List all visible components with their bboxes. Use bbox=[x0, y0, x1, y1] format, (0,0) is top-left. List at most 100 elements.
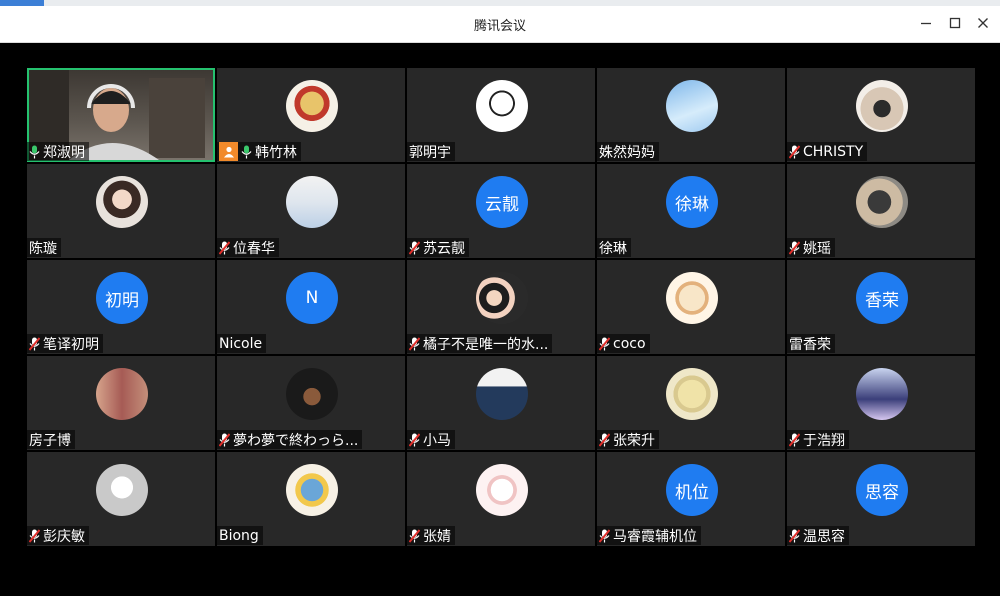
mic-muted-icon bbox=[219, 240, 230, 255]
participant-name: 于浩翔 bbox=[803, 432, 845, 449]
name-label: Biong bbox=[217, 526, 263, 545]
name-label: 徐琳 bbox=[597, 238, 631, 257]
mic-muted-icon bbox=[599, 432, 610, 447]
girl-photo-avatar bbox=[96, 176, 148, 228]
participant-name: 郑淑明 bbox=[43, 144, 85, 161]
participant-tile[interactable]: 机位马睿霞辅机位 bbox=[597, 452, 785, 546]
participant-name: 韩竹林 bbox=[255, 144, 297, 161]
mic-muted-icon bbox=[409, 432, 420, 447]
cartoon-face-avatar bbox=[286, 464, 338, 516]
basketball-player-avatar bbox=[856, 368, 908, 420]
participant-tile[interactable]: 韩竹林 bbox=[217, 68, 405, 162]
name-label: 陈璇 bbox=[27, 238, 61, 257]
avatar: N bbox=[286, 272, 338, 324]
participant-tile[interactable]: Biong bbox=[217, 452, 405, 546]
name-label: coco bbox=[597, 334, 650, 353]
name-label: 苏云靓 bbox=[407, 238, 469, 257]
participant-tile[interactable]: 张婧 bbox=[407, 452, 595, 546]
mic-muted-icon bbox=[599, 528, 610, 543]
participant-name: Nicole bbox=[219, 335, 263, 352]
person-photo-avatar bbox=[856, 80, 908, 132]
mic-muted-icon bbox=[789, 144, 800, 159]
participant-grid: 郑淑明 韩竹林 郭明宇 姝然妈妈 CHRISTY 陈璇 位春华 云靓 苏云靓 徐琳 徐琳 姚瑶 初明 笔译… bbox=[27, 68, 975, 546]
name-label: 郑淑明 bbox=[27, 142, 89, 161]
participant-name: 温思容 bbox=[803, 528, 845, 545]
participant-tile[interactable]: 思容 温思容 bbox=[787, 452, 975, 546]
participant-name: 雷香荣 bbox=[789, 336, 831, 353]
participant-name: 马睿霞辅机位 bbox=[613, 528, 697, 545]
name-label: 笔译初明 bbox=[27, 334, 103, 353]
name-label: 郭明宇 bbox=[407, 142, 455, 161]
participant-tile[interactable]: 郑淑明 bbox=[27, 68, 215, 162]
mic-muted-icon bbox=[409, 528, 420, 543]
participant-name: 张荣升 bbox=[613, 432, 655, 449]
participant-tile[interactable]: 徐琳 徐琳 bbox=[597, 164, 785, 258]
participant-name: 小马 bbox=[423, 432, 451, 449]
participant-tile[interactable]: 香荣雷香荣 bbox=[787, 260, 975, 354]
name-label: 姝然妈妈 bbox=[597, 142, 659, 161]
name-label: 马睿霞辅机位 bbox=[597, 526, 701, 545]
participant-tile[interactable]: 于浩翔 bbox=[787, 356, 975, 450]
participant-name: 姚瑶 bbox=[803, 240, 831, 257]
participant-name: 郭明宇 bbox=[409, 144, 451, 161]
mic-muted-icon bbox=[29, 528, 40, 543]
name-label: 张荣升 bbox=[597, 430, 659, 449]
participant-tile[interactable]: 姝然妈妈 bbox=[597, 68, 785, 162]
mic-on-icon bbox=[29, 145, 40, 158]
name-label: 小马 bbox=[407, 430, 455, 449]
mic-muted-icon bbox=[789, 528, 800, 543]
avatar: 初明 bbox=[96, 272, 148, 324]
mic-on-icon bbox=[241, 145, 252, 158]
minimize-button[interactable] bbox=[913, 11, 939, 35]
participant-name: 夢わ夢で終わっら... bbox=[233, 432, 359, 449]
name-label: Nicole bbox=[217, 334, 267, 353]
mic-muted-icon bbox=[219, 432, 230, 447]
participant-name: 陈璇 bbox=[29, 240, 57, 257]
participant-tile[interactable]: 张荣升 bbox=[597, 356, 785, 450]
name-label: 橘子不是唯一的水... bbox=[407, 334, 553, 353]
participant-name: Biong bbox=[219, 527, 259, 544]
maximize-button[interactable] bbox=[942, 11, 968, 35]
name-label: 姚瑶 bbox=[787, 238, 835, 257]
mic-muted-icon bbox=[599, 336, 610, 351]
meme-face-avatar bbox=[476, 80, 528, 132]
drawn-girl-avatar bbox=[476, 464, 528, 516]
participant-name: 彭庆敏 bbox=[43, 528, 85, 545]
avatar: 香荣 bbox=[856, 272, 908, 324]
participant-tile[interactable]: coco bbox=[597, 260, 785, 354]
avatar: 云靓 bbox=[476, 176, 528, 228]
cartoon-rabbit-avatar bbox=[666, 368, 718, 420]
name-label: CHRISTY bbox=[787, 142, 868, 161]
host-badge-icon bbox=[219, 142, 238, 161]
default-person-avatar bbox=[96, 464, 148, 516]
participant-tile[interactable]: N Nicole bbox=[217, 260, 405, 354]
participant-name: 姝然妈妈 bbox=[599, 144, 655, 161]
participant-tile[interactable]: 云靓 苏云靓 bbox=[407, 164, 595, 258]
name-label: 韩竹林 bbox=[217, 142, 301, 161]
participant-tile[interactable]: 郭明宇 bbox=[407, 68, 595, 162]
participant-tile[interactable]: 夢わ夢で終わっら... bbox=[217, 356, 405, 450]
participant-tile[interactable]: 彭庆敏 bbox=[27, 452, 215, 546]
two-men-photo-avatar bbox=[96, 368, 148, 420]
avatar: 徐琳 bbox=[666, 176, 718, 228]
cartoon-cat-avatar bbox=[666, 272, 718, 324]
participant-tile[interactable]: 陈璇 bbox=[27, 164, 215, 258]
participant-tile[interactable]: 小马 bbox=[407, 356, 595, 450]
participant-name: CHRISTY bbox=[803, 143, 864, 160]
participant-tile[interactable]: 初明笔译初明 bbox=[27, 260, 215, 354]
participant-name: 位春华 bbox=[233, 240, 275, 257]
mic-muted-icon bbox=[29, 336, 40, 351]
name-label: 位春华 bbox=[217, 238, 279, 257]
name-label: 于浩翔 bbox=[787, 430, 849, 449]
participant-tile[interactable]: CHRISTY bbox=[787, 68, 975, 162]
name-label: 雷香荣 bbox=[787, 334, 835, 353]
maximize-icon bbox=[949, 17, 961, 29]
close-button[interactable] bbox=[970, 11, 996, 35]
participant-name: 苏云靓 bbox=[423, 240, 465, 257]
participant-tile[interactable]: 橘子不是唯一的水... bbox=[407, 260, 595, 354]
two-girls-photo-avatar bbox=[476, 272, 528, 324]
participant-tile[interactable]: 房子博 bbox=[27, 356, 215, 450]
participant-tile[interactable]: 姚瑶 bbox=[787, 164, 975, 258]
avatar: 机位 bbox=[666, 464, 718, 516]
participant-tile[interactable]: 位春华 bbox=[217, 164, 405, 258]
